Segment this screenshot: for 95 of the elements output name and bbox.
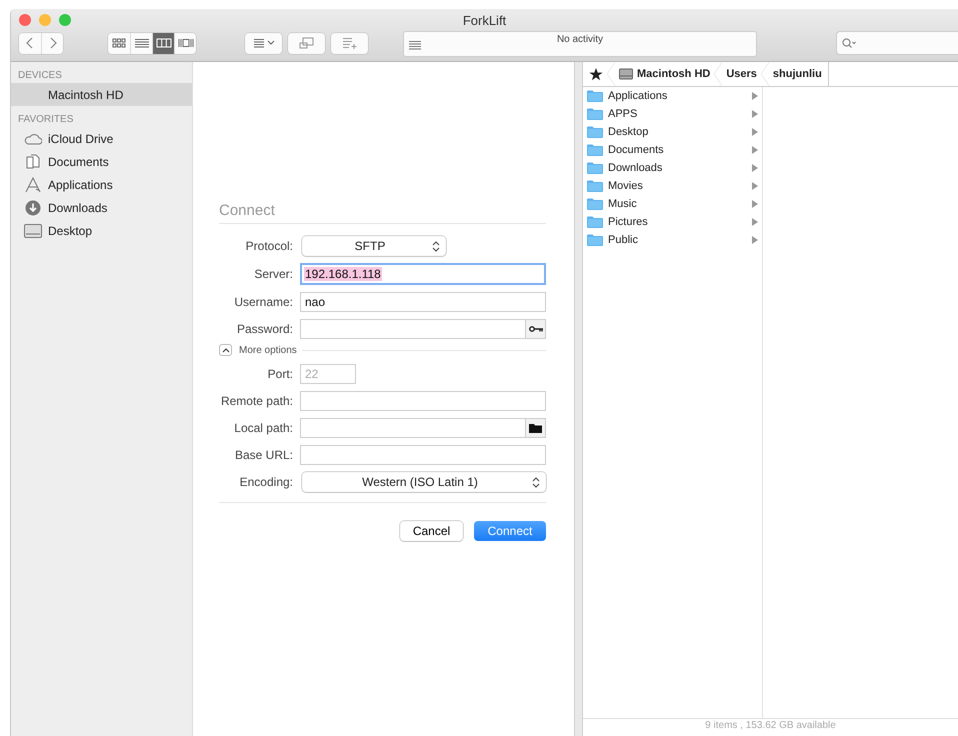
folder-item[interactable]: APPS: [583, 105, 762, 123]
sidebar-item[interactable]: Downloads: [11, 196, 192, 219]
folder-icon: [587, 162, 603, 174]
field-label: Username:: [233, 295, 293, 309]
view-mode-button[interactable]: [130, 32, 152, 54]
list-icon[interactable]: [409, 41, 421, 50]
drive-icon: [619, 68, 633, 80]
activity-text: No activity: [556, 33, 604, 45]
dropdown[interactable]: Western (ISO Latin 1): [302, 472, 546, 492]
list-caret-icon: [252, 38, 274, 48]
input-field[interactable]: nao: [300, 292, 546, 312]
expand-arrow-icon: [752, 164, 758, 172]
expand-arrow-icon: [752, 182, 758, 190]
folder-item[interactable]: Movies: [583, 177, 762, 195]
star-icon[interactable]: [589, 68, 603, 80]
field-label: Protocol:: [244, 239, 293, 253]
sidebar-item[interactable]: Applications: [11, 173, 192, 196]
folder-item[interactable]: Music: [583, 195, 762, 213]
folder-icon: [587, 90, 603, 102]
folder-icon: [587, 108, 603, 120]
computer-icon[interactable]: [288, 32, 325, 54]
add-list-icon[interactable]: [331, 32, 368, 54]
field-label: Base URL:: [234, 448, 293, 462]
folder-icon: [587, 198, 603, 210]
desktop-icon: [24, 224, 42, 238]
view-mode-button[interactable]: [108, 32, 130, 54]
field-label: Password:: [236, 322, 293, 336]
folder-icon: [587, 126, 603, 138]
field-label: Port:: [266, 367, 293, 381]
chevron-right-icon: [48, 37, 56, 49]
folder-icon: [587, 234, 603, 246]
forward-button[interactable]: [41, 32, 63, 54]
input-field[interactable]: [300, 391, 546, 411]
key-icon[interactable]: [525, 320, 545, 338]
view-mode-button[interactable]: [152, 32, 174, 54]
expand-arrow-icon: [752, 218, 758, 226]
folder-item[interactable]: Applications: [583, 87, 762, 105]
back-button[interactable]: [19, 32, 41, 54]
apps-icon: [24, 176, 42, 192]
search-icon: [842, 38, 856, 48]
chevron-left-icon: [26, 37, 34, 49]
view-mode-button[interactable]: [174, 32, 196, 54]
connect-heading: Connect: [219, 202, 546, 224]
cloud-icon: [24, 132, 42, 144]
folder-item[interactable]: Documents: [583, 141, 762, 159]
expand-arrow-icon: [752, 110, 758, 118]
folder-icon: [587, 216, 603, 228]
chevron-icon: [222, 348, 230, 352]
icon-view-icon: [111, 38, 127, 48]
sidebar-heading: DEVICES: [17, 69, 63, 83]
column-view-icon: [156, 38, 172, 48]
path-segment[interactable]: shujunliu: [768, 68, 826, 80]
more-options-label: More options: [239, 344, 297, 356]
expand-arrow-icon: [752, 200, 758, 208]
disclosure-button[interactable]: [219, 344, 232, 356]
path-segment[interactable]: Users: [722, 68, 761, 80]
folder-item[interactable]: Downloads: [583, 159, 762, 177]
cancel-button[interactable]: Cancel: [400, 521, 463, 541]
input-field[interactable]: [300, 418, 546, 438]
field-label: Server:: [253, 267, 293, 281]
expand-arrow-icon: [752, 128, 758, 136]
folder-item[interactable]: Desktop: [583, 123, 762, 141]
sidebar-item[interactable]: iCloud Drive: [11, 127, 192, 150]
updown-icon: [532, 476, 540, 488]
field-label: Local path:: [233, 421, 293, 435]
folder-icon[interactable]: [525, 419, 545, 437]
action-menu-button[interactable]: [245, 32, 282, 54]
sidebar-heading: FAVORITES: [17, 113, 74, 127]
status-bar-text: 9 items , 153.62 GB available: [583, 718, 958, 736]
sidebar-item[interactable]: Desktop: [11, 219, 192, 242]
dropdown[interactable]: SFTP: [302, 236, 446, 256]
window-title: ForkLift: [462, 12, 506, 28]
field-label: Remote path:: [220, 394, 293, 408]
sidebar-item[interactable]: Documents: [11, 150, 192, 173]
documents-icon: [25, 154, 41, 170]
folder-item[interactable]: Pictures: [583, 213, 762, 231]
search-field[interactable]: [836, 31, 958, 55]
download-icon: [25, 200, 41, 216]
updown-icon: [432, 240, 440, 252]
close-button[interactable]: [19, 14, 31, 26]
folder-item[interactable]: Public: [583, 231, 762, 249]
cover-flow-icon: [178, 38, 194, 48]
input-field[interactable]: 192.168.1.118: [300, 263, 546, 285]
input-field[interactable]: [300, 319, 546, 339]
expand-arrow-icon: [752, 236, 758, 244]
list-view-icon: [134, 38, 150, 48]
folder-icon: [587, 144, 603, 156]
field-label: Encoding:: [238, 475, 293, 489]
expand-arrow-icon: [752, 92, 758, 100]
path-segment[interactable]: Macintosh HD: [615, 68, 714, 80]
sidebar-item[interactable]: Macintosh HD: [11, 83, 192, 106]
zoom-button[interactable]: [59, 14, 71, 26]
expand-arrow-icon: [752, 146, 758, 154]
input-field[interactable]: [300, 445, 546, 465]
folder-icon: [587, 180, 603, 192]
